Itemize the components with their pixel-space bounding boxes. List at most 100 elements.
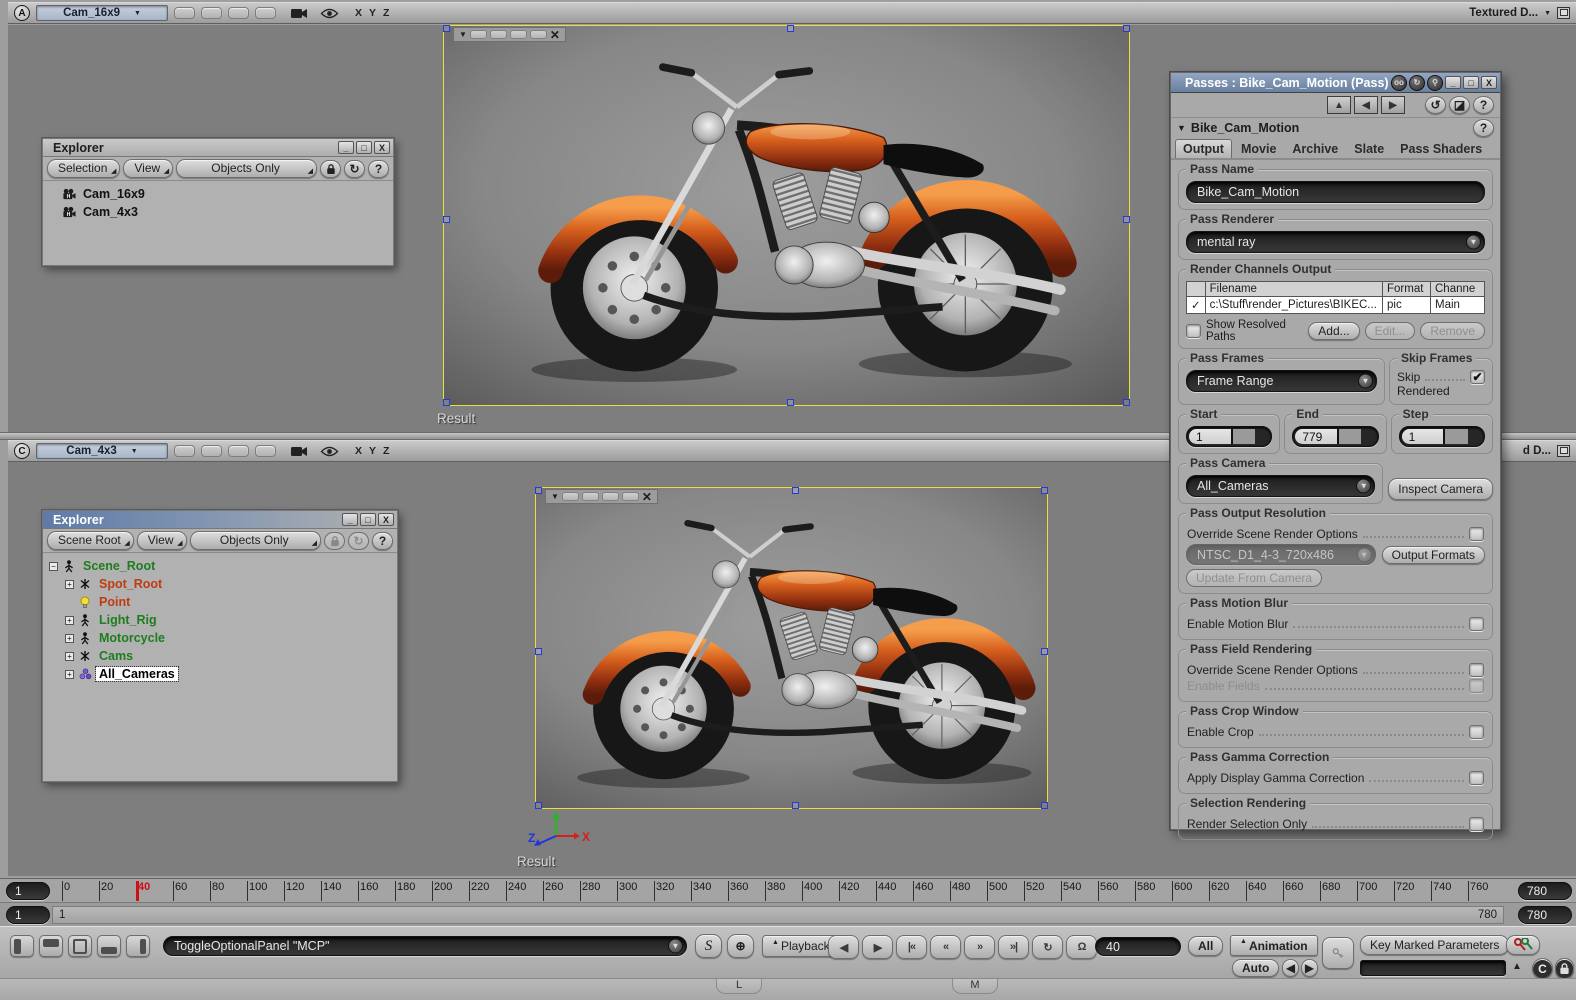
key-icon[interactable] (1322, 937, 1354, 969)
timeline-tick[interactable]: 260 (543, 881, 563, 901)
timeline-tick[interactable]: 520 (1024, 881, 1044, 901)
chevron-down-icon[interactable]: ▼ (551, 492, 559, 501)
viewport-a-camera-dropdown[interactable]: Cam_16x9 ▼ (36, 5, 168, 21)
maximize-icon[interactable]: □ (360, 513, 376, 526)
axis-x-label[interactable]: X (355, 445, 363, 457)
constraint-icon[interactable]: C (1532, 958, 1553, 979)
lock-icon[interactable] (320, 159, 341, 178)
timeline-tick[interactable]: 700 (1357, 881, 1377, 901)
nav-forward-icon[interactable]: ▶ (1381, 96, 1405, 114)
tree-item-label[interactable]: All_Cameras (95, 666, 179, 682)
update-icon[interactable]: ↻ (1409, 74, 1425, 91)
tree-item-scene_root[interactable]: − Scene_Root (45, 557, 395, 575)
lock-icon[interactable] (324, 531, 345, 550)
tree-item-label[interactable]: Cams (96, 649, 136, 663)
help-icon[interactable]: ? (1473, 119, 1494, 137)
timeline-tick[interactable]: 740 (1431, 881, 1451, 901)
display-mode-dropdown[interactable]: Textured D... (1469, 7, 1538, 19)
col-channel[interactable]: Channe (1430, 281, 1485, 297)
timeline-tick[interactable]: 460 (913, 881, 933, 901)
maximize-icon[interactable]: □ (1463, 76, 1479, 89)
go-to-end-button[interactable]: »| (998, 935, 1029, 959)
explorer-bottom-titlebar[interactable]: Explorer _ □ X (43, 511, 397, 529)
timeline-tick[interactable]: 160 (358, 881, 378, 901)
timeline-tick[interactable]: 100 (247, 881, 267, 901)
tree-item-light_rig[interactable]: + Light_Rig (45, 611, 395, 629)
tree-item-cams[interactable]: + Cams (45, 647, 395, 665)
expand-icon[interactable]: + (65, 579, 74, 589)
expand-icon[interactable]: + (65, 669, 74, 679)
refresh-icon[interactable]: ↻ (344, 159, 365, 178)
viewport-a-letter[interactable]: A (14, 5, 30, 21)
animation-panel-button[interactable]: ▲ Animation (1230, 935, 1318, 956)
render-option-slot[interactable] (509, 30, 527, 39)
region-resize-handle[interactable] (1041, 648, 1048, 655)
show-resolved-paths-checkbox[interactable] (1186, 324, 1201, 338)
slider-handle[interactable] (1443, 429, 1468, 444)
script-editor-icon[interactable]: S (695, 934, 722, 958)
layout-bottom-button[interactable] (97, 935, 121, 957)
axis-x-label[interactable]: X (355, 7, 363, 19)
pass-frames-dropdown[interactable]: Frame Range ▼ (1186, 370, 1377, 392)
chevron-down-icon[interactable]: ▼ (668, 938, 683, 954)
explorer-filter-menu[interactable]: Objects Only ◢ (176, 159, 317, 178)
frame-step-back-button[interactable]: ◀ (828, 935, 859, 959)
maximize-icon[interactable]: □ (356, 141, 372, 154)
expand-icon[interactable]: + (65, 615, 74, 625)
edit-button[interactable]: Edit... (1364, 322, 1416, 340)
viewport-c-letter[interactable]: C (14, 443, 30, 459)
timeline-ruler[interactable]: 0 20 40 60 80 100 120 140 160 180 200 220 240 260 280 3… (52, 879, 1514, 903)
region-resize-handle[interactable] (535, 648, 542, 655)
undo-icon[interactable]: ↺ (1425, 96, 1446, 114)
minimize-icon[interactable]: _ (338, 141, 354, 154)
tree-item-all_cameras[interactable]: + All_Cameras (45, 665, 395, 683)
timeline-tick[interactable]: 620 (1209, 881, 1229, 901)
minimize-icon[interactable]: _ (1445, 76, 1461, 89)
tree-item-point[interactable]: Point (45, 593, 395, 611)
explorer-scope-menu[interactable]: Selection ◢ (47, 159, 121, 178)
explorer-view-menu[interactable]: View ◢ (123, 159, 174, 178)
explorer-filter-menu[interactable]: Objects Only ◢ (189, 531, 321, 550)
override-scene-render-options-checkbox[interactable] (1469, 527, 1484, 541)
viewport-c-camera-dropdown[interactable]: Cam_4x3 ▼ (36, 443, 168, 459)
auto-key-button[interactable]: Auto (1232, 959, 1280, 977)
chevron-down-icon[interactable]: ▼ (1356, 478, 1372, 494)
memo-cam-slot[interactable] (255, 445, 276, 457)
region-resize-handle[interactable] (1041, 802, 1048, 809)
render-option-slot[interactable] (601, 492, 619, 501)
minimize-icon[interactable]: _ (342, 513, 358, 526)
axis-z-label[interactable]: Z (383, 7, 390, 19)
render-option-slot[interactable] (581, 492, 599, 501)
help-icon[interactable]: ? (372, 531, 393, 550)
memo-cam-slot[interactable] (174, 7, 195, 19)
audio-mute-button[interactable]: Ω (1066, 935, 1097, 959)
render-option-slot[interactable] (469, 30, 487, 39)
override-scene-render-options-checkbox[interactable] (1469, 663, 1484, 677)
tab-archive[interactable]: Archive (1285, 140, 1345, 158)
resolution-dropdown[interactable]: NTSC_D1_4-3_720x486 ▼ (1186, 544, 1376, 565)
pass-renderer-dropdown[interactable]: mental ray ▼ (1186, 231, 1485, 253)
help-icon[interactable]: ? (368, 159, 389, 178)
timeline-tick[interactable]: 200 (432, 881, 452, 901)
step-field[interactable]: 1 (1398, 426, 1485, 447)
enable-crop-checkbox[interactable] (1469, 725, 1484, 739)
col-filename[interactable]: Filename (1204, 281, 1384, 297)
timeline-tick[interactable]: 500 (987, 881, 1007, 901)
row-check[interactable]: ✓ (1186, 296, 1206, 314)
timeline-tick[interactable]: 120 (284, 881, 304, 901)
timeline-tick[interactable]: 140 (321, 881, 341, 901)
render-channels-table[interactable]: Filename Format Channe ✓ c:\Stuff\render… (1186, 281, 1485, 314)
close-icon[interactable]: ✕ (550, 28, 560, 42)
start-field[interactable]: 1 (1186, 426, 1273, 447)
lock-plus-icon[interactable]: ⊕ (727, 934, 754, 958)
script-command-input[interactable]: ToggleOptionalPanel "MCP" ▼ (163, 936, 687, 956)
playback-range-bar[interactable]: 1 780 (52, 906, 1504, 924)
lock-icon[interactable] (1555, 958, 1574, 979)
tab-output[interactable]: Output (1175, 139, 1232, 158)
timeline-tick[interactable]: 280 (580, 881, 600, 901)
timeline-tick[interactable]: 360 (728, 881, 748, 901)
chevron-down-icon[interactable]: ▼ (1466, 234, 1481, 250)
tree-item-label[interactable]: Scene_Root (80, 559, 158, 573)
camera-icon[interactable] (290, 445, 308, 458)
tree-item-motorcycle[interactable]: + Motorcycle (45, 629, 395, 647)
